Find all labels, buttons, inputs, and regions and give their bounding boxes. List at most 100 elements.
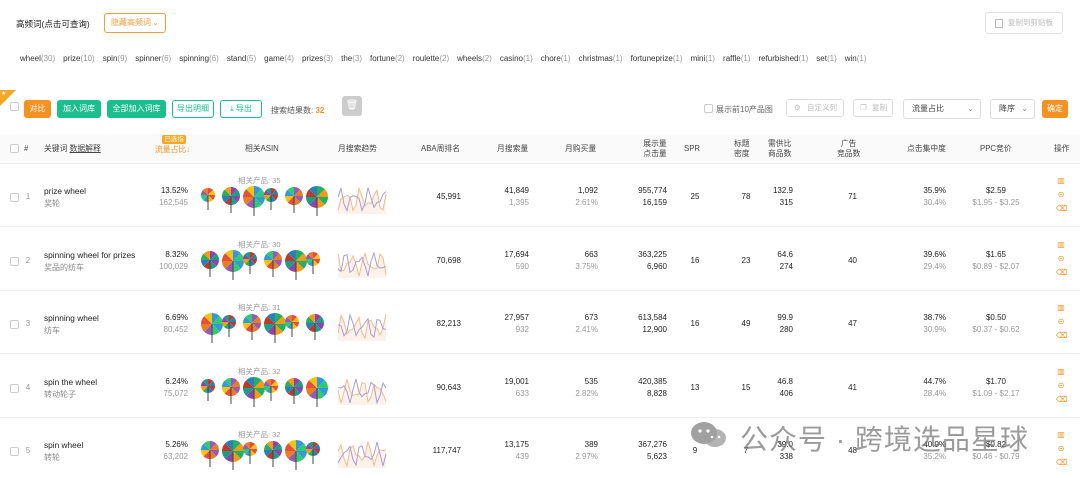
add-lib-button[interactable]: 加入词库 [57, 100, 101, 118]
col-traffic[interactable]: 流量占比↓ [155, 145, 190, 155]
delete-icon[interactable]: ⌫ [1056, 395, 1067, 405]
keyword-chip[interactable]: raffle(1) [723, 54, 750, 63]
export-detail-button[interactable]: 导出明细 [172, 100, 214, 118]
chart-icon[interactable]: ▥ [1056, 303, 1066, 313]
product-thumbnail[interactable] [264, 313, 286, 343]
product-thumbnail[interactable] [306, 442, 320, 464]
hide-high-freq-dropdown[interactable]: 隐藏高频词 ⌄ [104, 13, 166, 33]
product-thumbnail[interactable] [243, 186, 265, 216]
row-checkbox[interactable] [10, 256, 19, 266]
delete-icon[interactable]: ⌫ [1056, 268, 1067, 278]
product-thumbnail[interactable] [222, 249, 244, 280]
related-products-label[interactable]: 相关产品: 30 [238, 239, 281, 250]
sort-order-select[interactable]: 降序 ⌄ [990, 99, 1035, 119]
product-thumbnail[interactable] [243, 314, 261, 340]
keyword-chip[interactable]: roulette(2) [413, 54, 449, 63]
keyword-link[interactable]: spinning wheel for prizes [44, 250, 135, 260]
product-thumbnail[interactable] [201, 441, 219, 467]
chart-icon[interactable]: ▥ [1056, 176, 1066, 186]
trend-sparkline[interactable] [338, 373, 388, 405]
keyword-chip[interactable]: the(3) [341, 54, 362, 63]
product-thumbnail[interactable] [306, 251, 320, 274]
select-all-checkbox[interactable] [10, 102, 19, 111]
product-thumbnail[interactable] [222, 315, 236, 337]
keyword-chip[interactable]: spin(9) [103, 54, 127, 63]
keyword-chip[interactable]: casino(1) [500, 54, 533, 63]
keyword-chip[interactable]: chore(1) [541, 54, 571, 63]
table-row[interactable]: 1 prize wheel 奖轮 13.52% 162,545 相关产品: 35 45,99… [0, 164, 1080, 227]
more-icon[interactable]: ⊝ [1056, 381, 1066, 391]
keyword-chip[interactable]: mini(1) [691, 54, 715, 63]
keyword-chip[interactable]: wheels(2) [457, 54, 492, 63]
keyword-chip[interactable]: set(1) [816, 54, 836, 63]
export-button[interactable]: ⤓ 导出 [220, 100, 262, 118]
more-icon[interactable]: ⊝ [1056, 254, 1066, 264]
product-thumbnail[interactable] [264, 250, 282, 277]
product-thumbnail[interactable] [285, 377, 303, 404]
sort-field-select[interactable]: 流量占比 ⌄ [903, 99, 981, 119]
product-thumbnail[interactable] [306, 314, 324, 340]
product-thumbnail[interactable] [243, 442, 257, 464]
delete-icon[interactable]: ⌫ [1056, 458, 1067, 468]
related-products-label[interactable]: 相关产品: 32 [238, 366, 281, 377]
keyword-chip[interactable]: refurbished(1) [758, 54, 808, 63]
product-thumbnail[interactable] [285, 315, 299, 337]
product-thumbnail[interactable] [201, 378, 215, 401]
product-thumbnail[interactable] [201, 188, 215, 210]
keyword-chip[interactable]: fortuneprize(1) [631, 54, 683, 63]
product-thumbnail[interactable] [243, 376, 265, 407]
header-checkbox[interactable] [10, 144, 19, 153]
show-top10-checkbox[interactable] [704, 104, 713, 113]
keyword-link[interactable]: spin the wheel [44, 377, 97, 387]
related-products-label[interactable]: 相关产品: 31 [238, 302, 281, 313]
chart-icon[interactable]: ▥ [1056, 430, 1066, 440]
keyword-chip[interactable]: christmas(1) [579, 54, 623, 63]
delete-icon[interactable]: ⌫ [1056, 204, 1067, 214]
product-thumbnail[interactable] [264, 441, 282, 467]
more-icon[interactable]: ⊝ [1056, 444, 1066, 454]
chart-icon[interactable]: ▥ [1056, 240, 1066, 250]
product-thumbnail[interactable] [264, 188, 278, 210]
more-icon[interactable]: ⊝ [1056, 190, 1066, 200]
product-thumbnail[interactable] [222, 377, 240, 404]
row-checkbox[interactable] [10, 383, 19, 393]
delete-icon[interactable]: ⌫ [1056, 331, 1067, 341]
product-thumbnail[interactable] [201, 250, 219, 277]
row-checkbox[interactable] [10, 447, 19, 456]
product-thumbnail[interactable] [285, 440, 307, 470]
product-thumbnail[interactable] [285, 187, 303, 213]
row-checkbox[interactable] [10, 193, 19, 202]
add-all-lib-button[interactable]: 全部加入词库 [107, 100, 166, 118]
copy-button[interactable]: ❐ 复制 [853, 99, 893, 117]
more-icon[interactable]: ⊝ [1056, 317, 1066, 327]
trend-sparkline[interactable] [338, 246, 388, 278]
keyword-chip[interactable]: prize(10) [63, 54, 95, 63]
keyword-chip[interactable]: spinner(6) [135, 54, 171, 63]
data-explain-link[interactable]: 数据解释 [70, 144, 101, 153]
product-thumbnail[interactable] [222, 187, 240, 213]
keyword-chip[interactable]: win(1) [845, 54, 867, 63]
keyword-chip[interactable]: wheel(30) [20, 54, 55, 63]
table-row[interactable]: 3 spinning wheel 纺车 6.69% 80,452 相关产品: 31 82,2… [0, 291, 1080, 354]
related-products-label[interactable]: 相关产品: 35 [238, 175, 281, 186]
product-thumbnail[interactable] [306, 376, 328, 407]
related-products-label[interactable]: 相关产品: 32 [238, 429, 281, 440]
trend-sparkline[interactable] [338, 182, 388, 214]
product-thumbnail[interactable] [201, 313, 223, 343]
keyword-link[interactable]: prize wheel [44, 186, 86, 196]
trend-sparkline[interactable] [338, 436, 388, 468]
keyword-chip[interactable]: spinning(6) [179, 54, 219, 63]
trash-button[interactable]: 🗑 [342, 96, 362, 116]
keyword-chip[interactable]: game(4) [264, 54, 294, 63]
confirm-button[interactable]: 确定 [1042, 100, 1068, 118]
table-row[interactable]: 2 spinning wheel for prizes 奖品的纺车 8.32% 100,… [0, 228, 1080, 291]
keyword-chip[interactable]: fortune(2) [370, 54, 405, 63]
chart-icon[interactable]: ▥ [1056, 367, 1066, 377]
keyword-link[interactable]: spinning wheel [44, 313, 99, 323]
product-thumbnail[interactable] [306, 186, 328, 216]
product-thumbnail[interactable] [285, 249, 307, 280]
product-thumbnail[interactable] [222, 440, 244, 470]
custom-columns-button[interactable]: ⚙ 自定义列 [786, 99, 844, 117]
copy-clipboard-button[interactable]: 复制到剪贴板 [985, 12, 1063, 34]
product-thumbnail[interactable] [264, 378, 278, 401]
